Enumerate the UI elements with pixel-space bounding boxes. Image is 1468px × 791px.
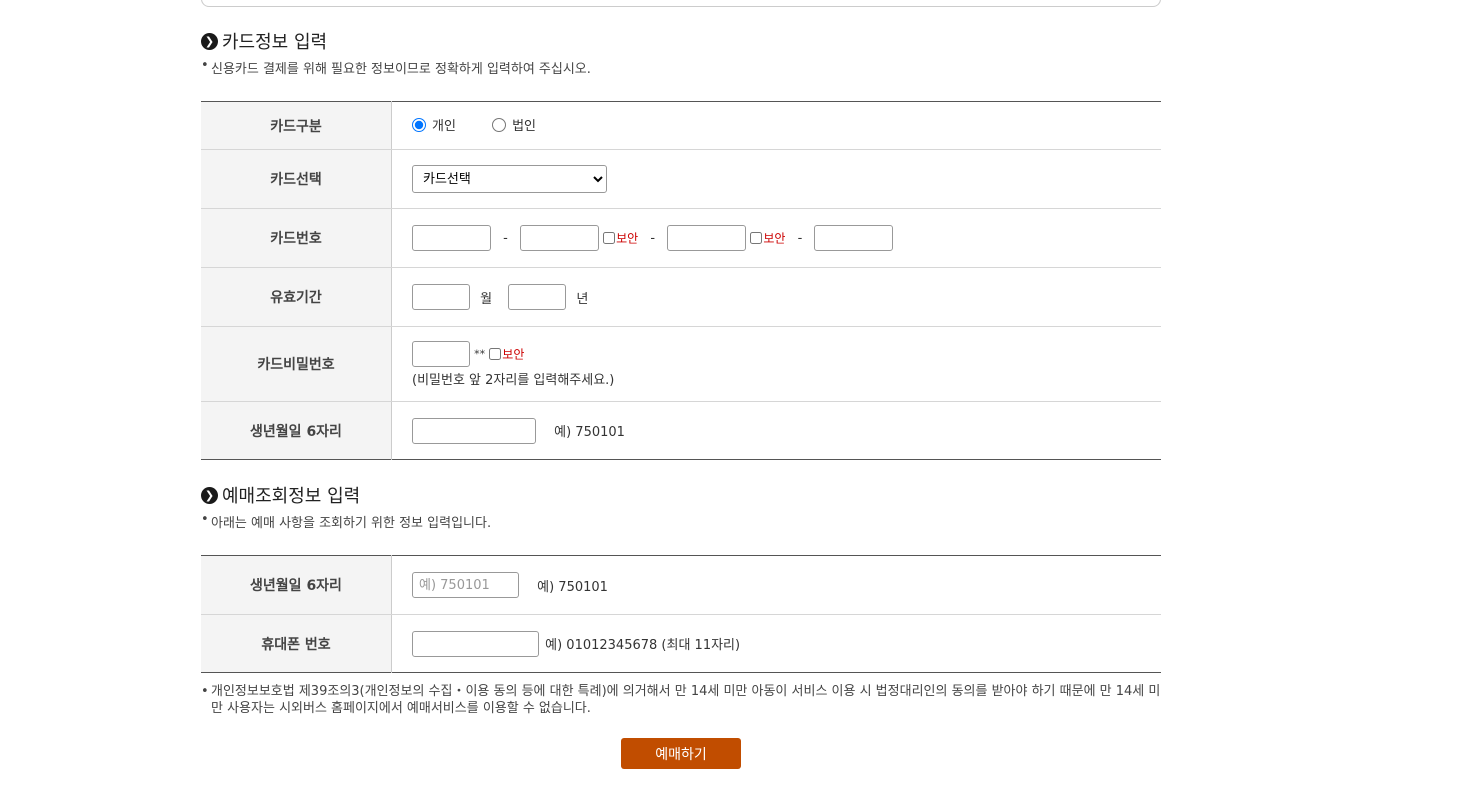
card-type-row: 카드구분 개인 법인 <box>201 101 1161 150</box>
expiry-row: 유효기간 월 년 <box>201 267 1161 327</box>
booking-birth-label: 생년월일 6자리 <box>201 555 392 615</box>
radio-personal-label: 개인 <box>432 119 456 135</box>
secure-checkbox-3[interactable] <box>750 232 763 244</box>
chevron-right-circle-icon: ❯ <box>201 32 218 50</box>
card-number-part-3[interactable] <box>667 225 747 251</box>
card-number-part-4[interactable] <box>814 225 894 251</box>
radio-corporate-input[interactable] <box>492 117 507 132</box>
card-password-label: 카드비밀번호 <box>201 326 392 402</box>
year-unit: 년 <box>576 291 589 307</box>
card-password-row: 카드비밀번호 ** 보안 (비밀번호 앞 2자리를 입력해주세요.) <box>201 326 1161 402</box>
card-password-input[interactable] <box>412 340 470 367</box>
secure-label: 보안 <box>763 231 786 246</box>
chevron-right-circle-icon: ❯ <box>201 486 218 504</box>
booking-note-text: 아래는 예매 사항을 조회하기 위한 정보 입력입니다. <box>211 516 492 531</box>
dash-separator: - <box>797 230 803 246</box>
phone-example: 예) 01012345678 (최대 11자리) <box>545 638 741 653</box>
phone-input[interactable] <box>412 630 539 657</box>
password-mask: ** <box>474 347 486 360</box>
booking-section-title: ❯ 예매조회정보 입력 <box>201 482 360 508</box>
secure-label: 보안 <box>502 347 525 361</box>
phone-label: 휴대폰 번호 <box>201 614 392 673</box>
booking-section-note: • 아래는 예매 사항을 조회하기 위한 정보 입력입니다. <box>201 512 491 531</box>
legal-note: • 개인정보보호법 제39조의3(개인정보의 수집・이용 동의 등에 대한 특례… <box>201 683 1161 717</box>
birth-row: 생년월일 6자리 예) 750101 <box>201 401 1161 460</box>
expiry-month-input[interactable] <box>412 284 470 310</box>
password-hint: (비밀번호 앞 2자리를 입력해주세요.) <box>412 372 615 388</box>
card-select-label: 카드선택 <box>201 149 392 209</box>
radio-personal[interactable]: 개인 <box>412 115 456 134</box>
card-number-part-2[interactable] <box>519 225 599 251</box>
book-submit-button[interactable]: 예매하기 <box>621 738 741 769</box>
booking-birth-input[interactable] <box>412 572 519 598</box>
card-info-table: 카드구분 개인 법인 카드선택 카드선택 카드번호 - 보안 - 보안 - 유효… <box>201 101 1161 460</box>
booking-birth-example: 예) 750101 <box>537 579 608 595</box>
legal-note-text: 개인정보보호법 제39조의3(개인정보의 수집・이용 동의 등에 대한 특례)에… <box>211 684 1161 716</box>
month-unit: 월 <box>480 291 493 307</box>
card-select-dropdown[interactable]: 카드선택 <box>412 165 607 193</box>
dash-separator: - <box>650 230 656 246</box>
secure-label: 보안 <box>616 231 639 246</box>
card-section-title: ❯ 카드정보 입력 <box>201 28 327 54</box>
booking-birth-row: 생년월일 6자리 예) 750101 <box>201 555 1161 615</box>
bullet-marker: • <box>201 512 209 527</box>
booking-section-title-text: 예매조회정보 입력 <box>222 486 361 507</box>
radio-personal-input[interactable] <box>412 117 426 132</box>
radio-corporate[interactable]: 법인 <box>492 115 536 134</box>
dash-separator: - <box>503 230 508 246</box>
secure-checkbox-2[interactable] <box>603 232 616 244</box>
card-number-part-1[interactable] <box>412 225 491 251</box>
top-summary-box <box>201 0 1161 7</box>
birth-label: 생년월일 6자리 <box>201 401 392 460</box>
card-select-row: 카드선택 카드선택 <box>201 149 1161 209</box>
birth-input[interactable] <box>412 417 536 444</box>
card-note-text: 신용카드 결제를 위해 필요한 정보이므로 정확하게 입력하여 주십시오. <box>211 62 591 77</box>
card-section-note: • 신용카드 결제를 위해 필요한 정보이므로 정확하게 입력하여 주십시오. <box>201 58 591 77</box>
secure-checkbox-pw[interactable] <box>489 347 502 360</box>
bullet-marker: • <box>201 684 209 699</box>
card-number-label: 카드번호 <box>201 208 392 268</box>
expiry-year-input[interactable] <box>508 284 567 310</box>
bullet-marker: • <box>201 58 209 73</box>
phone-row: 휴대폰 번호 예) 01012345678 (최대 11자리) <box>201 614 1161 673</box>
card-number-row: 카드번호 - 보안 - 보안 - <box>201 208 1161 268</box>
card-section-title-text: 카드정보 입력 <box>222 32 328 53</box>
expiry-label: 유효기간 <box>201 267 392 327</box>
booking-info-table: 생년월일 6자리 예) 750101 휴대폰 번호 예) 01012345678… <box>201 555 1161 673</box>
radio-corporate-label: 법인 <box>512 119 536 135</box>
birth-example: 예) 750101 <box>554 425 625 440</box>
card-type-label: 카드구분 <box>201 101 392 150</box>
